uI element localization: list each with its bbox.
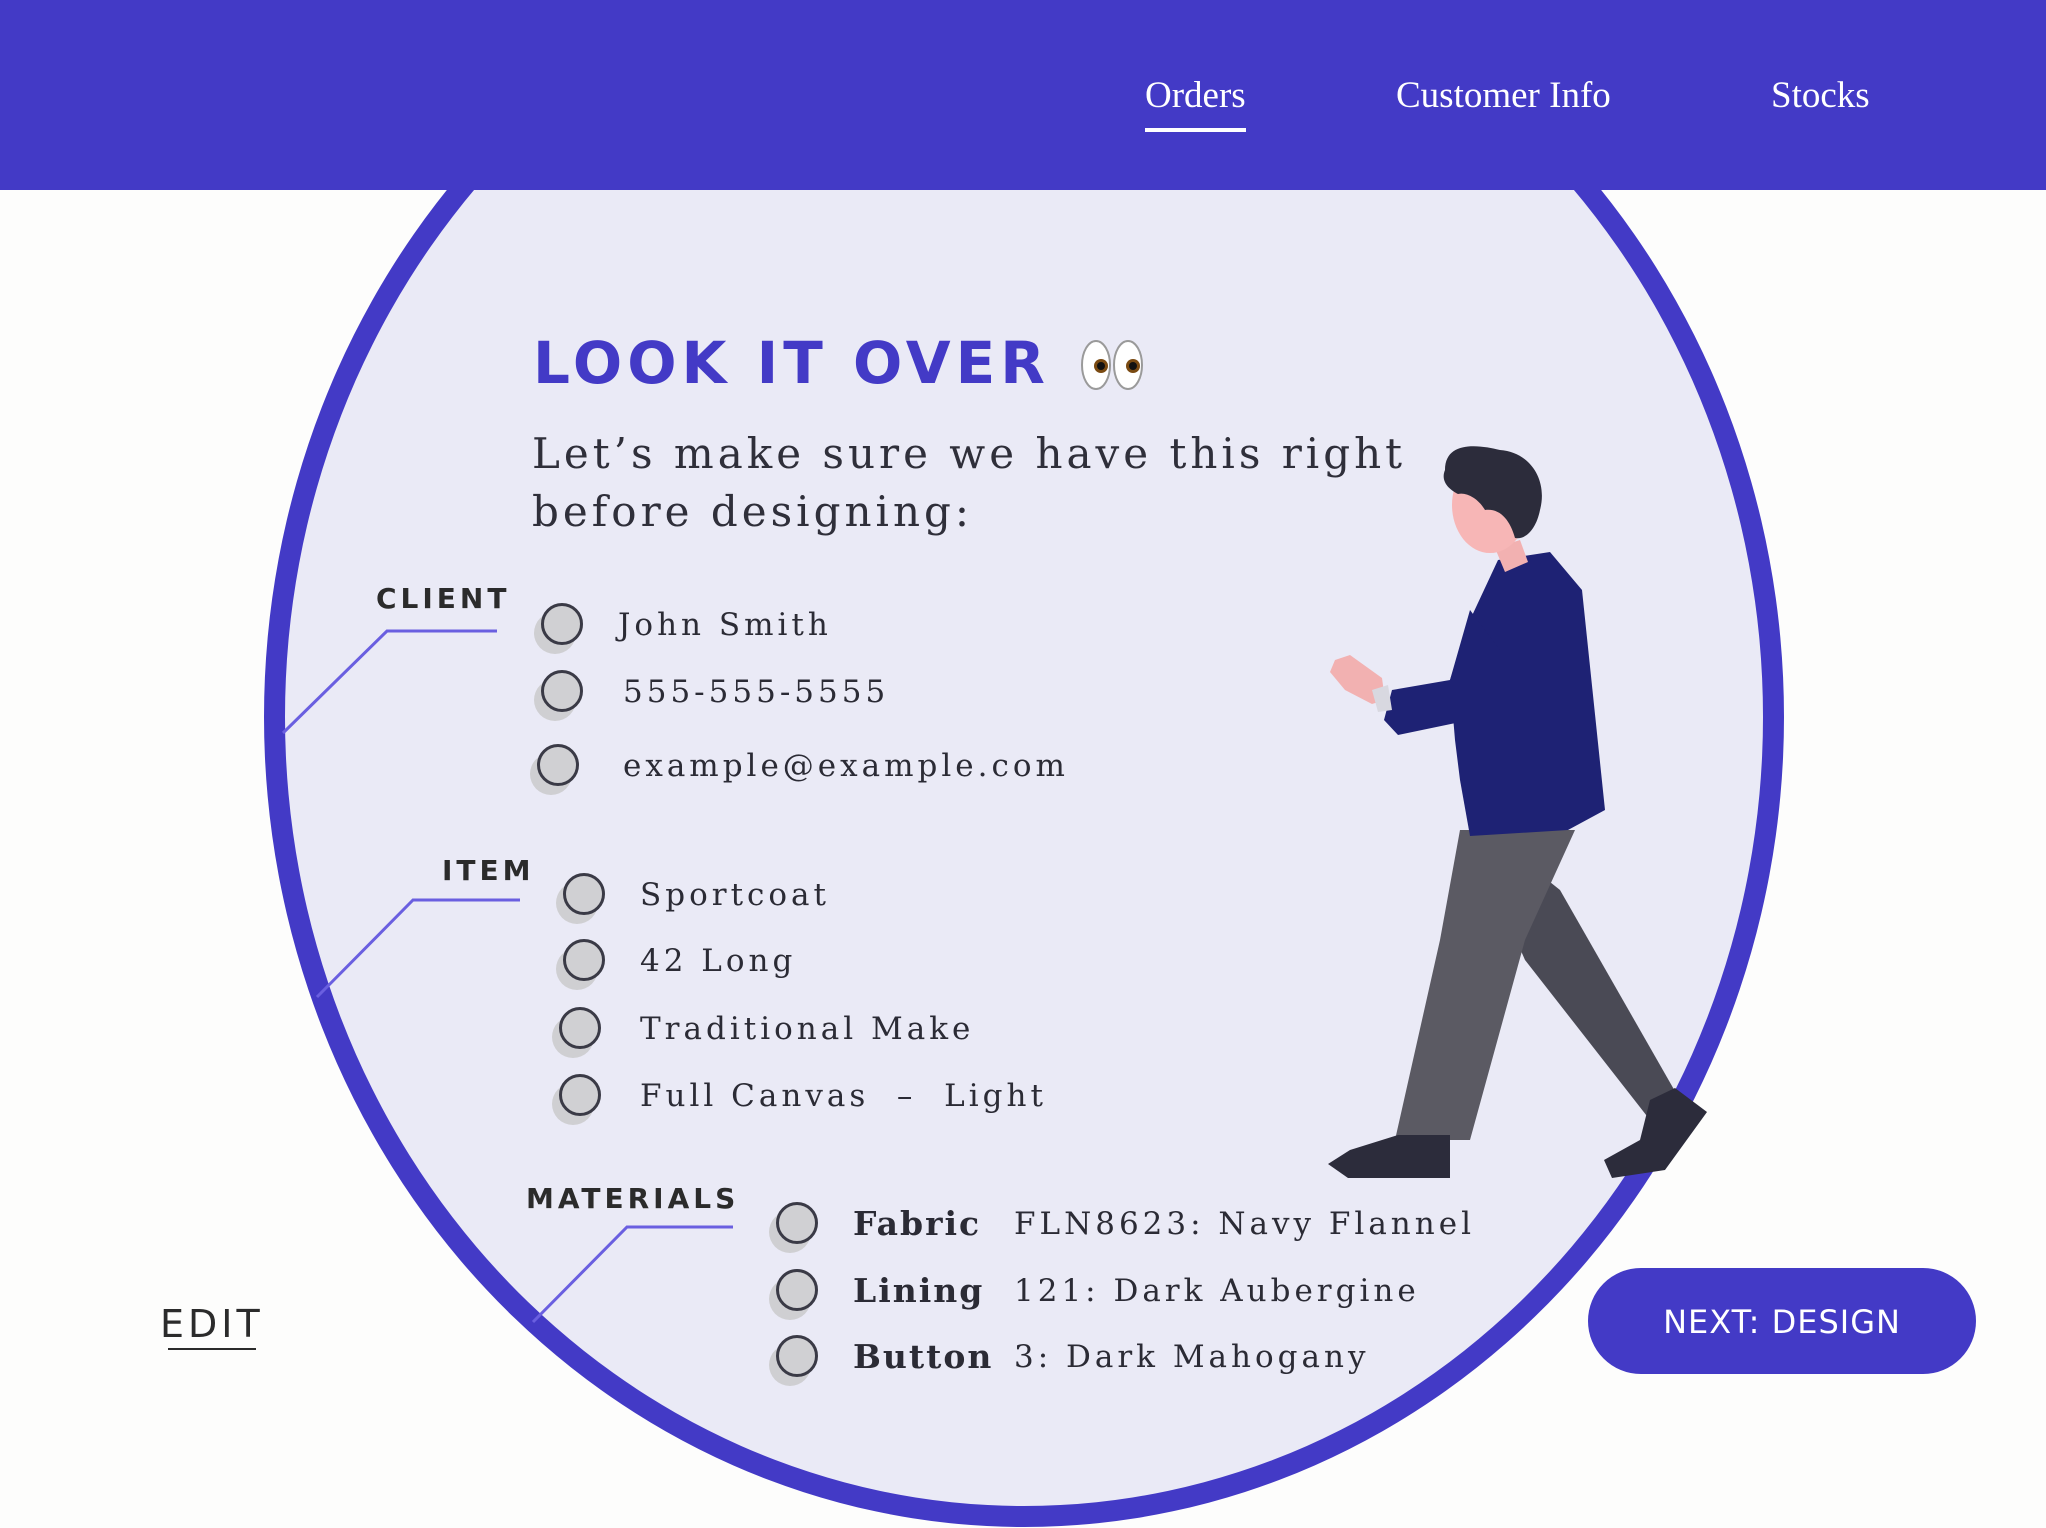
material-button-key: Button xyxy=(853,1337,994,1376)
client-email: example@example.com xyxy=(623,748,1069,784)
page-subtitle: Let’s make sure we have this right befor… xyxy=(532,425,1432,541)
next-design-button[interactable]: NEXT: DESIGN xyxy=(1588,1268,1976,1374)
item-size: 42 Long xyxy=(640,943,797,979)
item-garment: Sportcoat xyxy=(640,877,830,913)
client-email-radio[interactable] xyxy=(530,744,579,795)
material-fabric-value: FLN8623: Navy Flannel xyxy=(1014,1206,1475,1242)
edit-button[interactable]: EDIT xyxy=(160,1302,264,1350)
tab-orders-label: Orders xyxy=(1145,75,1246,116)
item-size-radio[interactable] xyxy=(556,939,605,990)
materials-section-label: MATERIALS xyxy=(526,1182,740,1215)
tab-orders[interactable]: Orders xyxy=(1145,74,1246,132)
material-lining-value: 121: Dark Aubergine xyxy=(1014,1273,1420,1309)
material-fabric-radio[interactable] xyxy=(769,1202,818,1253)
client-section-label: CLIENT xyxy=(376,582,511,615)
material-lining-radio[interactable] xyxy=(769,1269,818,1320)
tab-customer-info[interactable]: Customer Info xyxy=(1396,74,1611,117)
tab-stocks-label: Stocks xyxy=(1771,75,1870,116)
tab-customer-info-label: Customer Info xyxy=(1396,75,1611,116)
item-section-label: ITEM xyxy=(442,854,535,887)
eyes-icon xyxy=(1081,340,1143,390)
client-phone-radio[interactable] xyxy=(534,670,583,721)
material-lining-key: Lining xyxy=(853,1271,985,1310)
item-canvas: Full Canvas – Light xyxy=(640,1078,1047,1114)
subtitle-line-2: before designing: xyxy=(532,487,974,536)
material-fabric-key: Fabric xyxy=(853,1204,982,1243)
walking-person-illustration xyxy=(1328,446,1707,1178)
tab-stocks[interactable]: Stocks xyxy=(1771,74,1870,117)
subtitle-line-1: Let’s make sure we have this right xyxy=(532,429,1407,478)
client-name-radio[interactable] xyxy=(534,603,583,654)
item-canvas-radio[interactable] xyxy=(552,1074,601,1125)
edit-underline xyxy=(168,1348,256,1350)
edit-button-label: EDIT xyxy=(160,1302,264,1346)
client-phone: 555-555-5555 xyxy=(623,674,890,710)
active-tab-underline xyxy=(1145,128,1246,132)
material-button-value: 3: Dark Mahogany xyxy=(1014,1339,1370,1375)
item-make: Traditional Make xyxy=(640,1011,975,1047)
page-title: LOOK IT OVER xyxy=(533,329,1050,397)
client-name: John Smith xyxy=(618,607,832,643)
item-garment-radio[interactable] xyxy=(556,873,605,924)
item-make-radio[interactable] xyxy=(552,1007,601,1058)
top-nav-bar: Orders Customer Info Stocks xyxy=(0,0,2046,190)
material-button-radio[interactable] xyxy=(769,1335,818,1386)
